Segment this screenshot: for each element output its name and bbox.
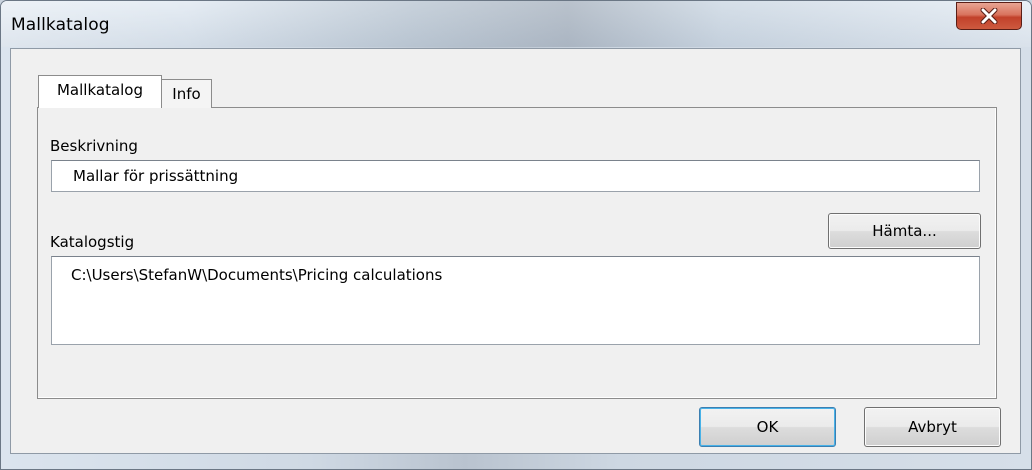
- close-button[interactable]: [956, 2, 1022, 30]
- browse-button[interactable]: Hämta...: [828, 213, 981, 249]
- close-icon: [980, 8, 998, 24]
- description-field[interactable]: Mallar för prissättning: [51, 160, 980, 192]
- description-label: Beskrivning: [50, 137, 138, 155]
- ok-button[interactable]: OK: [699, 407, 836, 447]
- title-bar[interactable]: Mallkatalog: [1, 1, 1031, 47]
- tab-mallkatalog[interactable]: Mallkatalog: [38, 75, 162, 108]
- cancel-button[interactable]: Avbryt: [864, 407, 1001, 447]
- path-label: Katalogstig: [50, 233, 135, 251]
- path-value: C:\Users\StefanW\Documents\Pricing calcu…: [71, 266, 443, 284]
- path-field[interactable]: C:\Users\StefanW\Documents\Pricing calcu…: [51, 256, 980, 345]
- description-value: Mallar för prissättning: [73, 167, 239, 185]
- tab-info[interactable]: Info: [161, 79, 212, 108]
- tab-panel: Beskrivning Mallar för prissättning Kata…: [37, 107, 997, 399]
- dialog-body: Mallkatalog Info Beskrivning Mallar för …: [10, 48, 1021, 454]
- window-title: Mallkatalog: [11, 15, 110, 35]
- dialog-window: Mallkatalog Mallkatalog Info Beskrivning…: [0, 0, 1032, 470]
